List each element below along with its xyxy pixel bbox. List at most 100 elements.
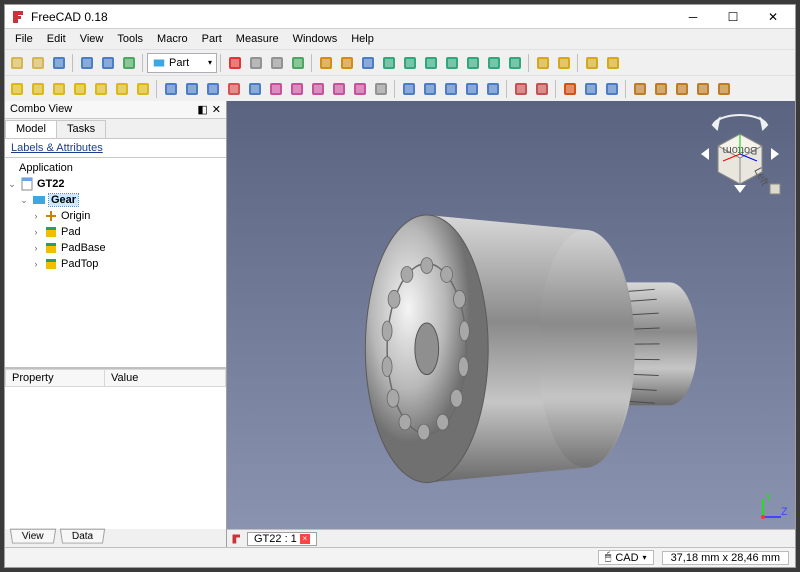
left-view-button[interactable]	[505, 53, 525, 73]
part-primitives-button[interactable]	[112, 79, 132, 99]
menu-measure[interactable]: Measure	[230, 31, 285, 47]
menu-windows[interactable]: Windows	[287, 31, 344, 47]
cut-button[interactable]	[420, 79, 440, 99]
fillet-button[interactable]	[224, 79, 244, 99]
tab-data[interactable]: Data	[59, 529, 104, 544]
extrude-button[interactable]	[161, 79, 181, 99]
nav-style-selector[interactable]: 🖱 CAD ▾	[598, 550, 654, 565]
window-title: FreeCAD 0.18	[31, 10, 673, 24]
macro-play-button[interactable]	[288, 53, 308, 73]
tree-item-padtop[interactable]: PadTop	[61, 258, 98, 270]
minimize-button[interactable]: ─	[673, 6, 713, 28]
expand-icon[interactable]: ⌄	[7, 179, 17, 190]
split-button[interactable]	[511, 79, 531, 99]
expand-icon[interactable]: ›	[31, 211, 41, 221]
mirror-button[interactable]	[203, 79, 223, 99]
slice-button[interactable]	[532, 79, 552, 99]
tree-body[interactable]: Gear	[49, 194, 78, 206]
prop-header-property[interactable]: Property	[6, 370, 105, 387]
tree-doc[interactable]: GT22	[37, 178, 65, 190]
macro-list-button[interactable]	[267, 53, 287, 73]
join-button[interactable]	[483, 79, 503, 99]
tree-item-origin[interactable]: Origin	[61, 210, 90, 222]
tree-item-padbase[interactable]: PadBase	[61, 242, 106, 254]
iso-view-button[interactable]	[379, 53, 399, 73]
front-view-button[interactable]	[400, 53, 420, 73]
axis-indicator: Y Z	[757, 493, 787, 523]
3d-viewport[interactable]: Bottom Left Y Z GT22 : 1 ×	[227, 101, 795, 547]
macro-stop-button[interactable]	[246, 53, 266, 73]
measure-angle-button[interactable]	[554, 53, 574, 73]
cross-button[interactable]	[602, 79, 622, 99]
menu-view[interactable]: View	[74, 31, 110, 47]
expand-icon[interactable]: ⌄	[19, 195, 29, 206]
boolean-button[interactable]	[399, 79, 419, 99]
revolve-button[interactable]	[182, 79, 202, 99]
prop-header-value[interactable]: Value	[105, 370, 226, 387]
menu-tools[interactable]: Tools	[111, 31, 149, 47]
fit-sel-button[interactable]	[337, 53, 357, 73]
save-doc-button[interactable]	[49, 53, 69, 73]
part-cylinder-button[interactable]	[28, 79, 48, 99]
menu-part[interactable]: Part	[196, 31, 228, 47]
tab-tasks[interactable]: Tasks	[56, 120, 106, 138]
make-face-button[interactable]	[630, 79, 650, 99]
rear-view-button[interactable]	[463, 53, 483, 73]
make-solid-button[interactable]	[651, 79, 671, 99]
appearance-button[interactable]	[603, 53, 623, 73]
intersect-button[interactable]	[462, 79, 482, 99]
expand-icon[interactable]: ›	[31, 227, 41, 237]
ruled-button[interactable]	[266, 79, 286, 99]
part-torus-button[interactable]	[91, 79, 111, 99]
tab-model[interactable]: Model	[5, 120, 57, 138]
tab-view[interactable]: View	[10, 529, 56, 544]
navigation-cube[interactable]: Bottom Left	[695, 109, 785, 199]
chamfer-button[interactable]	[245, 79, 265, 99]
labels-attributes-header[interactable]: Labels & Attributes	[5, 139, 226, 158]
close-doc-icon[interactable]: ×	[300, 534, 310, 544]
panel-float-icon[interactable]: ◧	[197, 103, 207, 116]
refresh-button[interactable]	[119, 53, 139, 73]
menu-edit[interactable]: Edit	[41, 31, 72, 47]
part-cone-button[interactable]	[70, 79, 90, 99]
expand-icon[interactable]: ›	[31, 259, 41, 269]
open-doc-button[interactable]	[28, 53, 48, 73]
color-face-button[interactable]	[693, 79, 713, 99]
measure-linear-button[interactable]	[533, 53, 553, 73]
whats-this-button[interactable]	[582, 53, 602, 73]
workbench-selector[interactable]: Part	[147, 53, 217, 73]
reverse-button[interactable]	[672, 79, 692, 99]
convert-button[interactable]	[714, 79, 734, 99]
menu-help[interactable]: Help	[345, 31, 380, 47]
section-button[interactable]	[581, 79, 601, 99]
offset3d-button[interactable]	[329, 79, 349, 99]
fit-all-button[interactable]	[316, 53, 336, 73]
loft-button[interactable]	[287, 79, 307, 99]
macro-record-button[interactable]	[225, 53, 245, 73]
menu-file[interactable]: File	[9, 31, 39, 47]
tree-root[interactable]: Application	[19, 162, 73, 174]
thickness-button[interactable]	[350, 79, 370, 99]
document-tab[interactable]: GT22 : 1 ×	[247, 532, 317, 546]
part-sphere-button[interactable]	[49, 79, 69, 99]
document-tab-strip: GT22 : 1 ×	[227, 529, 795, 547]
menu-macro[interactable]: Macro	[151, 31, 194, 47]
bottom-view-button[interactable]	[484, 53, 504, 73]
undo-button[interactable]	[77, 53, 97, 73]
right-view-button[interactable]	[442, 53, 462, 73]
part-box-button[interactable]	[7, 79, 27, 99]
part-builder-button[interactable]	[133, 79, 153, 99]
close-button[interactable]: ✕	[753, 6, 793, 28]
check-button[interactable]	[560, 79, 580, 99]
tree-item-pad[interactable]: Pad	[61, 226, 81, 238]
new-doc-button[interactable]	[7, 53, 27, 73]
sweep-button[interactable]	[308, 79, 328, 99]
expand-icon[interactable]: ›	[31, 243, 41, 253]
compound-button[interactable]	[371, 79, 391, 99]
union-button[interactable]	[441, 79, 461, 99]
draw-style-button[interactable]	[358, 53, 378, 73]
top-view-button[interactable]	[421, 53, 441, 73]
maximize-button[interactable]: ☐	[713, 6, 753, 28]
panel-close-icon[interactable]: ✕	[212, 103, 221, 116]
redo-button[interactable]	[98, 53, 118, 73]
